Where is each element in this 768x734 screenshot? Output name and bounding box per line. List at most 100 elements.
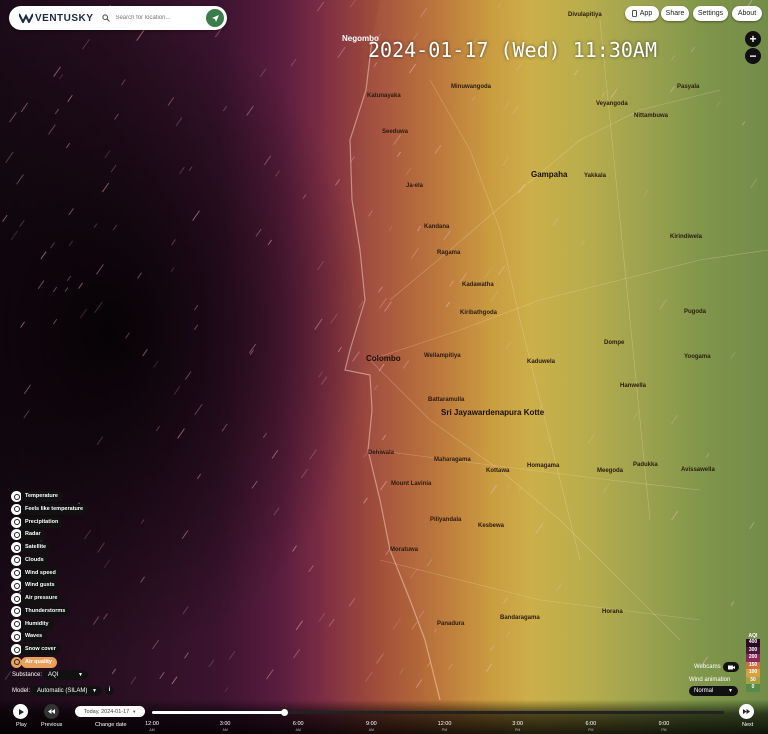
about-button[interactable]: About <box>732 6 762 21</box>
layer-menu: Temperature Feels like temperature Precipi… <box>11 491 89 670</box>
search-icon <box>102 14 111 22</box>
locate-me-button[interactable] <box>206 9 224 27</box>
logo-mark-icon <box>19 13 33 23</box>
layer-label: Thunderstorms <box>21 605 71 617</box>
timeline-tick-time: 12:00 <box>145 721 159 727</box>
timeline-tick-time: 9:00 <box>658 721 670 727</box>
substance-select[interactable]: AQI ▼ <box>43 670 88 680</box>
layer-item[interactable]: Humidity <box>11 618 88 630</box>
layer-label: Clouds <box>21 554 49 566</box>
model-value: Automatic (SILAM) <box>37 688 88 694</box>
place-label: Moratuwa <box>390 547 419 553</box>
layer-label: Feels like temperature <box>21 503 89 515</box>
chevron-down-icon: ▼ <box>92 688 97 694</box>
layer-item[interactable]: Snow cover <box>11 644 88 656</box>
substance-value: AQI <box>48 672 59 678</box>
timeline-tick-time: 3:00 <box>219 721 231 727</box>
layer-label: Snow cover <box>21 644 61 656</box>
date-picker[interactable]: Today, 2024-01-17 ▼ <box>75 706 145 717</box>
place-label: Kesbewa <box>478 523 505 529</box>
model-select[interactable]: Automatic (SILAM) ▼ <box>32 686 102 696</box>
timeline-tick-ampm: AM <box>149 728 155 732</box>
timeline-tick-ampm: PM <box>661 728 667 732</box>
layer-label: Waves <box>21 631 48 643</box>
layer-label: Precipitation <box>21 516 64 528</box>
fast-forward-icon <box>743 709 750 714</box>
search-bar: VENTUSKY <box>9 6 227 30</box>
place-label: Ja-ela <box>406 183 424 189</box>
layer-item[interactable]: Wind gusts <box>11 580 88 592</box>
layer-item[interactable]: Precipitation <box>11 516 88 528</box>
layer-item[interactable]: Air pressure <box>11 593 88 605</box>
settings-button[interactable]: Settings <box>693 6 728 21</box>
substance-label: Substance: <box>12 672 43 678</box>
timeline-tick-time: 6:00 <box>585 721 597 727</box>
layer-label: Wind speed <box>21 567 61 579</box>
layer-label: Satellite <box>21 542 52 554</box>
layer-item[interactable]: Clouds <box>11 554 88 566</box>
place-label: Gampaha <box>531 170 568 179</box>
layer-item[interactable]: Wind speed <box>11 567 88 579</box>
legend-entry: 150 <box>746 661 760 669</box>
layer-item[interactable]: Air quality <box>11 656 88 668</box>
layer-item[interactable]: Radar <box>11 529 88 541</box>
app-button[interactable]: App <box>625 6 659 21</box>
wind-animation-select[interactable]: Normal ▼ <box>689 686 738 696</box>
place-label: Kirindiwela <box>670 234 703 240</box>
layer-item[interactable]: Thunderstorms <box>11 605 88 617</box>
place-label: Mount Lavinia <box>391 481 432 487</box>
timeline-handle[interactable] <box>280 709 288 716</box>
search-input[interactable] <box>113 14 200 22</box>
place-label: Pugoda <box>684 309 706 315</box>
navigation-arrow-icon <box>211 14 219 22</box>
layer-label: Air quality <box>21 656 57 668</box>
legend-entry: 200 <box>746 654 760 662</box>
layer-item[interactable]: Temperature <box>11 491 88 502</box>
info-icon[interactable]: i <box>105 686 114 695</box>
timeline-tick-time: 12:00 <box>437 721 452 727</box>
legend-entry: 100 <box>746 669 760 677</box>
webcams-toggle[interactable] <box>723 662 739 672</box>
layer-item[interactable]: Waves <box>11 631 88 643</box>
place-label: Veyangoda <box>596 101 628 107</box>
layer-label: Temperature <box>21 491 63 502</box>
next-button[interactable] <box>739 704 754 719</box>
zoom-in-label: + <box>749 32 757 46</box>
layer-item[interactable]: Satellite <box>11 542 88 554</box>
legend-entry: 50 <box>746 676 760 684</box>
chevron-down-icon: ▼ <box>132 709 137 714</box>
rewind-icon <box>48 709 55 714</box>
layer-item[interactable]: Feels like temperature <box>11 503 89 515</box>
camera-icon <box>727 665 735 669</box>
place-label: Kottawa <box>486 468 510 474</box>
zoom-out-button[interactable]: − <box>745 48 761 64</box>
place-label: Katunayaka <box>367 93 401 99</box>
timeline-slider[interactable] <box>152 709 724 716</box>
previous-button[interactable] <box>44 704 59 719</box>
place-label: Kandana <box>424 224 450 230</box>
place-label: Homagama <box>527 463 560 469</box>
play-button[interactable] <box>13 704 28 719</box>
timeline-tick-time: 6:00 <box>292 721 304 727</box>
layer-label: Radar <box>21 529 46 541</box>
place-label: Yakkala <box>584 173 607 179</box>
place-label: Dehiwala <box>368 450 395 456</box>
change-date-label: Change date <box>95 722 127 728</box>
timeline-tick-ampm: PM <box>515 728 521 732</box>
layer-label: Humidity <box>21 618 54 630</box>
date-value: Today, 2024-01-17 <box>83 708 130 715</box>
legend-entry: 300 <box>746 646 760 654</box>
webcams-label: Webcams <box>694 664 721 670</box>
wind-animation-value: Normal <box>694 688 714 694</box>
place-label: Divulapitiya <box>568 12 602 18</box>
air-quality-map[interactable]: Negombo Gampaha Colombo Sri Jayawardenapura… <box>0 0 768 734</box>
place-label: Hanwella <box>620 383 647 389</box>
share-button[interactable]: Share <box>661 6 689 21</box>
place-label: Pasyala <box>677 84 700 90</box>
zoom-in-button[interactable]: + <box>745 31 761 47</box>
place-label: Colombo <box>366 354 401 363</box>
timeline-tick-ampm: AM <box>295 728 301 732</box>
ventusky-logo[interactable]: VENTUSKY <box>19 13 93 24</box>
timeline-tick-ampm: PM <box>588 728 594 732</box>
aqi-legend: AQI 400 300 200 150 100 50 0 <box>746 633 760 692</box>
